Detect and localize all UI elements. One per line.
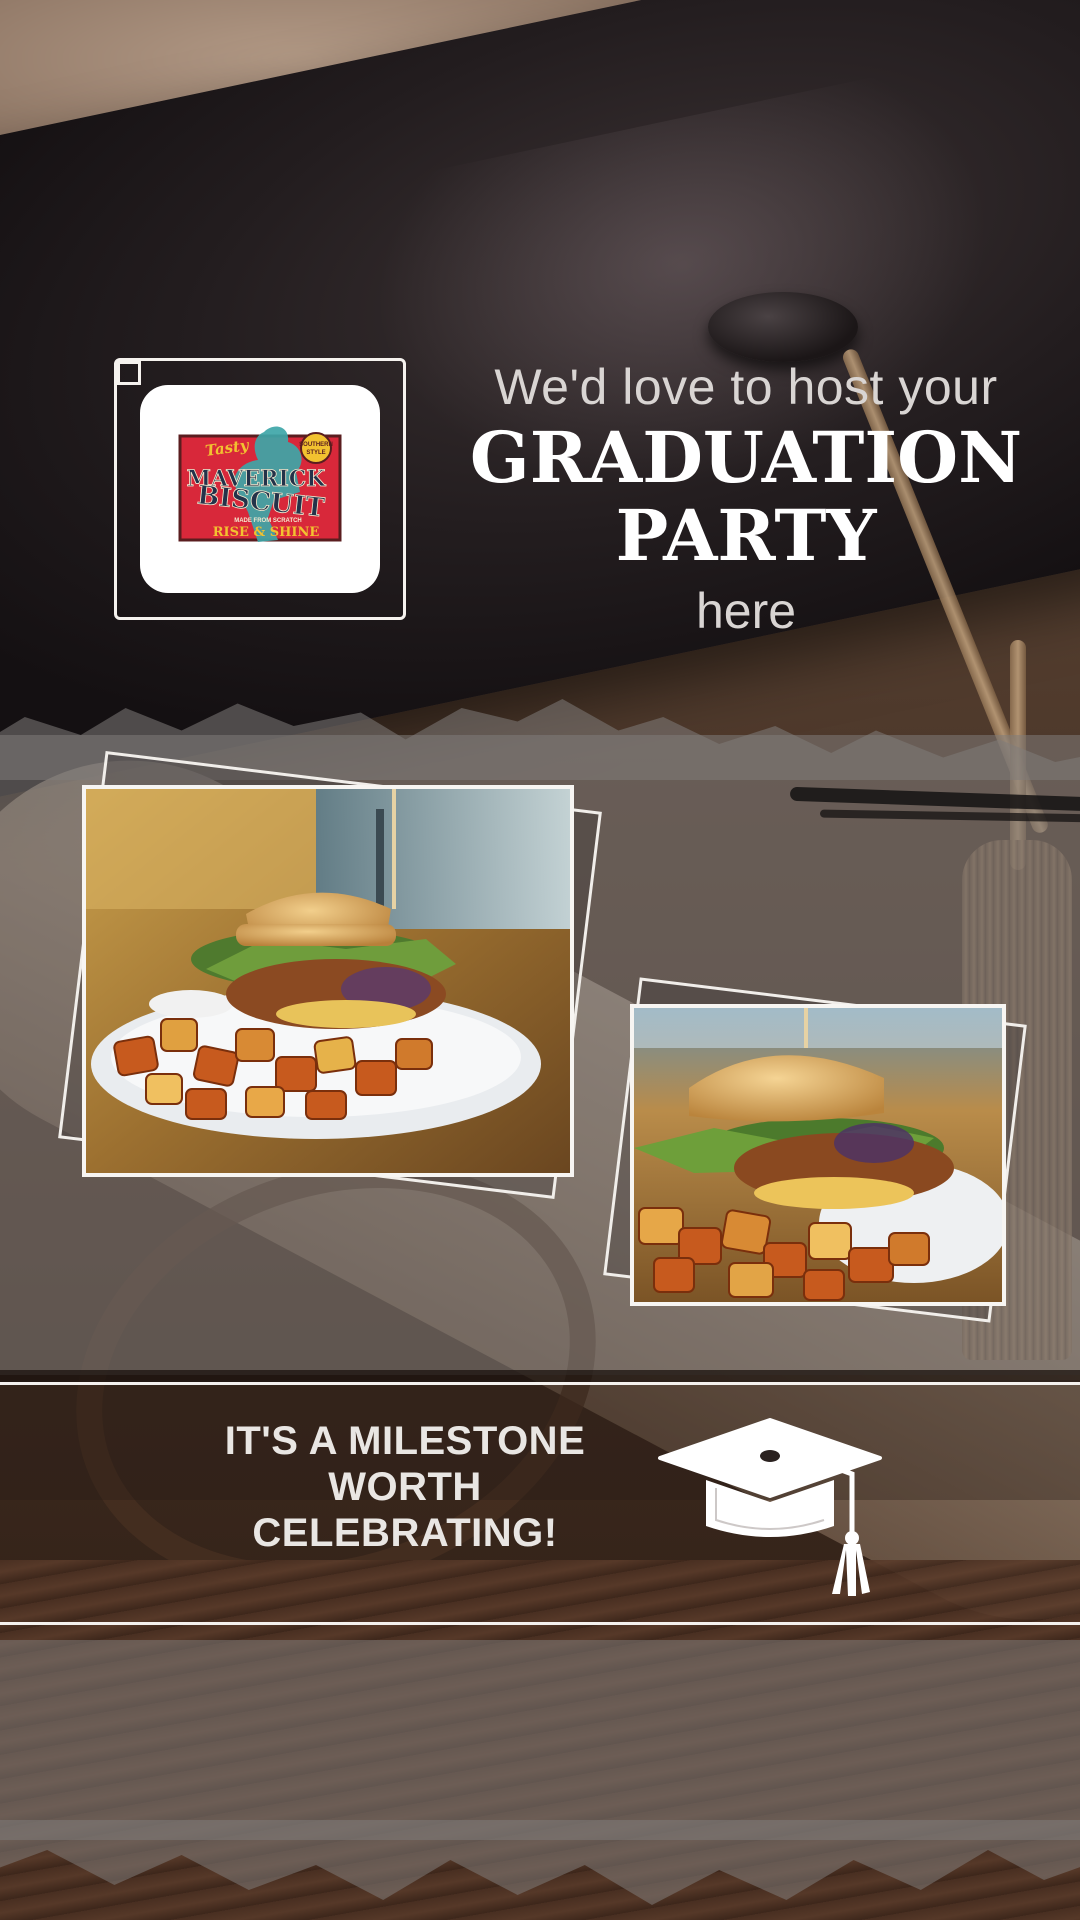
headline-block: We'd love to host your GRADUATION PARTY … (440, 355, 1052, 647)
graduation-cap-icon (658, 1418, 882, 1596)
sandwich-plate-image (86, 789, 570, 1173)
divider-line-bottom (0, 1622, 1080, 1625)
photo-sandwich-large (82, 785, 574, 1177)
milestone-line-3: CELEBRATING! (252, 1511, 558, 1555)
flyer-canvas: SOUTHERN STYLE Tasty MAVERICK BISCUIT MA… (0, 0, 1080, 1920)
logo-badge-text-1: SOUTHERN (299, 442, 333, 448)
milestone-line-2: WORTH (328, 1465, 482, 1509)
maverick-biscuit-logo: SOUTHERN STYLE Tasty MAVERICK BISCUIT MA… (178, 426, 342, 542)
headline-outro: here (695, 583, 797, 639)
logo-rise-text: RISE & SHINE (213, 525, 320, 540)
milestone-message: IT'S A MILESTONE WORTH CELEBRATING! (150, 1418, 660, 1556)
headline-title-line1: GRADUATION (469, 416, 1023, 499)
divider-line-top (0, 1382, 1080, 1385)
overlay-band-bottom (0, 1640, 1080, 1840)
sandwich-closeup-image (634, 1008, 1002, 1302)
logo-made-text: MADE FROM SCRATCH (234, 518, 302, 524)
logo-badge-text-2: STYLE (306, 450, 325, 456)
headline-title-line2: PARTY (615, 494, 877, 577)
headline-intro: We'd love to host your (494, 359, 998, 415)
cap-button (708, 292, 858, 362)
milestone-line-1: IT'S A MILESTONE (224, 1419, 586, 1463)
photo-sandwich-small (630, 1004, 1006, 1306)
